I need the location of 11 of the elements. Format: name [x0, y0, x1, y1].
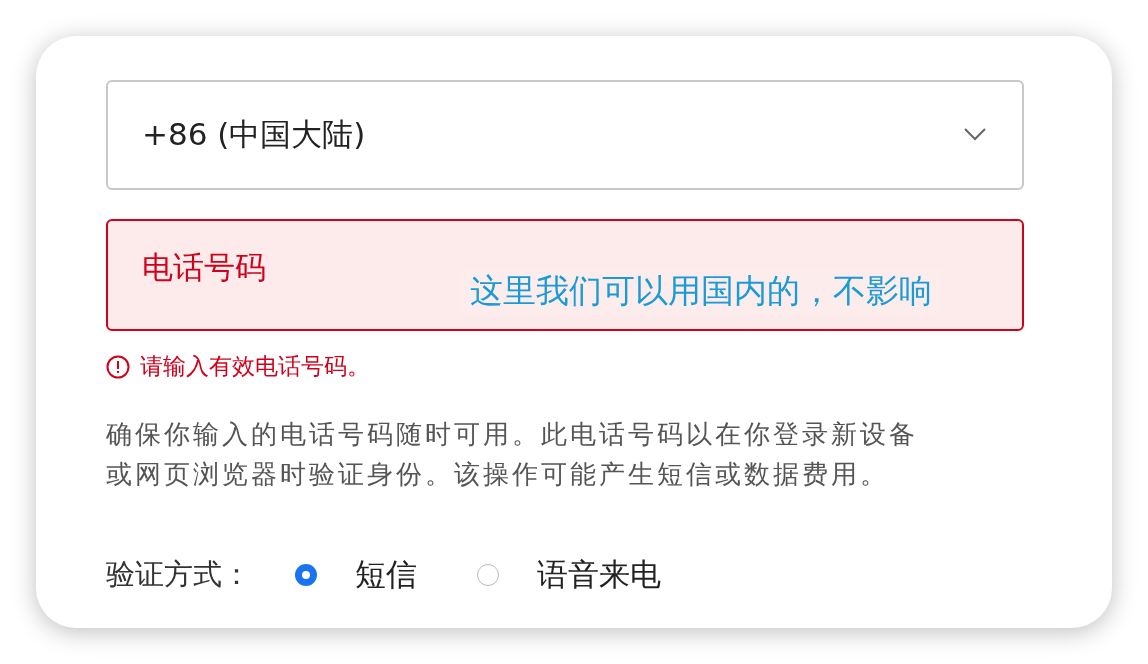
error-message: 请输入有效电话号码。 — [140, 352, 370, 381]
verification-label: 验证方式： — [106, 556, 251, 593]
radio-button[interactable] — [295, 564, 317, 586]
error-icon — [106, 354, 130, 379]
country-select[interactable]: +86 (中国大陆) — [106, 80, 1024, 190]
radio-label: 短信 — [355, 555, 417, 594]
chevron-down-icon — [964, 128, 986, 142]
description-text: 确保你输入的电话号码随时可用。此电话号码以在你登录新设备或网页浏览器时验证身份。该操作可能产生短信或数据费用。 — [106, 418, 918, 491]
radio-label: 语音来电 — [537, 555, 661, 594]
radio-button[interactable] — [477, 564, 499, 586]
country-code-text: +86 (中国大陆) — [142, 115, 366, 154]
